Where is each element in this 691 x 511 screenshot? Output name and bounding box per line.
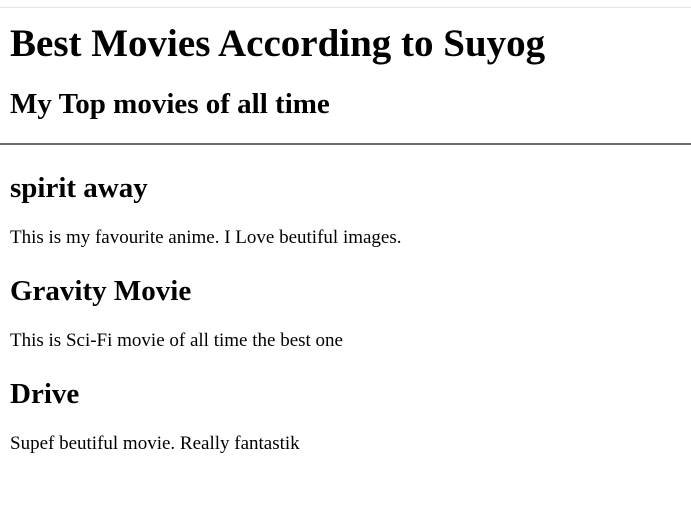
page-subtitle: My Top movies of all time <box>10 88 330 120</box>
movie-item-spirit-away: spirit away This is my favourite anime. … <box>10 171 691 249</box>
movie-title: spirit away <box>10 172 148 204</box>
section-divider <box>0 143 691 145</box>
movie-title: Drive <box>10 378 80 410</box>
movie-description: This is my favourite anime. I Love beuti… <box>10 227 402 248</box>
movie-item-drive: Drive Supef beutiful movie. Really fanta… <box>10 377 691 455</box>
movie-item-gravity: Gravity Movie This is Sci-Fi movie of al… <box>10 274 691 352</box>
movie-description: Supef beutiful movie. Really fantastik <box>10 433 300 454</box>
browser-viewport-edge <box>0 0 691 8</box>
page-content: Best Movies According to Suyog My Top mo… <box>0 8 691 455</box>
movie-title: Gravity Movie <box>10 275 192 307</box>
movie-description: This is Sci-Fi movie of all time the bes… <box>10 330 343 351</box>
movie-list: spirit away This is my favourite anime. … <box>10 171 691 455</box>
page-title: Best Movies According to Suyog <box>10 22 546 65</box>
